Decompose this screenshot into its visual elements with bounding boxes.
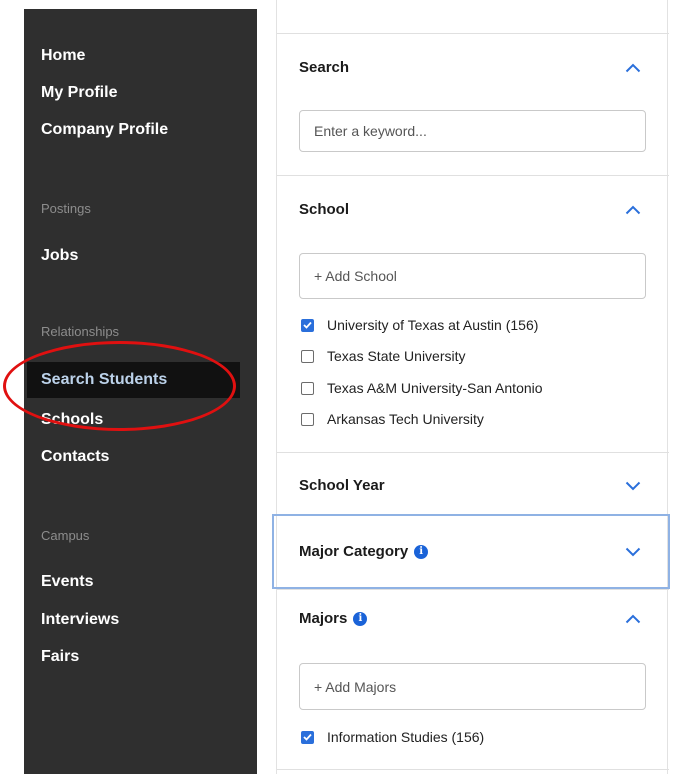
sidebar-item-jobs[interactable]: Jobs <box>41 246 78 266</box>
sidebar-item-my-profile[interactable]: My Profile <box>41 83 117 103</box>
add-school-input[interactable] <box>299 253 646 299</box>
checkbox-checked[interactable] <box>301 318 314 332</box>
search-keyword-input[interactable] <box>299 110 646 152</box>
checkbox[interactable] <box>301 349 314 363</box>
checkbox-checked[interactable] <box>301 730 314 744</box>
sidebar-item-events[interactable]: Events <box>41 572 93 592</box>
sidebar-section-postings: Postings <box>41 201 91 216</box>
majors-title-text: Majors <box>299 610 348 627</box>
school-option[interactable]: Arkansas Tech University <box>301 410 484 428</box>
school-option-label: Arkansas Tech University <box>327 411 484 427</box>
checkbox[interactable] <box>301 381 314 395</box>
sidebar-section-campus: Campus <box>41 528 90 543</box>
info-icon[interactable]: i <box>414 545 429 559</box>
info-icon[interactable]: i <box>353 612 368 626</box>
majors-section-title: Majors i <box>299 610 368 628</box>
divider <box>277 769 669 770</box>
school-section-title: School <box>299 201 350 218</box>
sidebar-item-contacts[interactable]: Contacts <box>41 447 109 467</box>
checkbox[interactable] <box>301 412 314 426</box>
school-year-section-title: School Year <box>299 477 385 494</box>
major-category-title-text: Major Category <box>299 543 409 560</box>
school-option-label: Texas A&M University-San Antonio <box>327 380 543 396</box>
sidebar-nav: Home My Profile Company Profile Postings… <box>24 9 257 774</box>
school-option-label: Texas State University <box>327 348 466 364</box>
major-category-section-title: Major Category i <box>299 543 429 561</box>
sidebar-item-home[interactable]: Home <box>41 46 85 66</box>
sidebar-section-relationships: Relationships <box>41 324 120 339</box>
major-option[interactable]: Information Studies (156) <box>301 728 484 746</box>
chevron-up-icon[interactable] <box>621 610 645 628</box>
chevron-down-icon[interactable] <box>621 477 645 495</box>
filter-panel: Search School University of Texas at Aus… <box>272 0 670 774</box>
divider <box>277 452 669 453</box>
sidebar-item-company-profile[interactable]: Company Profile <box>41 120 168 140</box>
divider <box>277 175 669 176</box>
chevron-up-icon[interactable] <box>621 59 645 77</box>
add-majors-input[interactable] <box>299 663 646 710</box>
sidebar-item-schools[interactable]: Schools <box>41 410 103 430</box>
school-option[interactable]: Texas A&M University-San Antonio <box>301 379 543 397</box>
sidebar-item-fairs[interactable]: Fairs <box>41 647 79 667</box>
search-section-title: Search <box>299 59 350 76</box>
chevron-up-icon[interactable] <box>621 201 645 219</box>
major-option-label: Information Studies (156) <box>327 729 485 745</box>
chevron-down-icon[interactable] <box>621 543 645 561</box>
divider <box>277 589 669 590</box>
school-option[interactable]: Texas State University <box>301 347 466 365</box>
sidebar-item-interviews[interactable]: Interviews <box>41 610 119 630</box>
school-option[interactable]: University of Texas at Austin (156) <box>301 316 538 334</box>
sidebar-item-search-students[interactable]: Search Students <box>27 362 240 398</box>
school-option-label: University of Texas at Austin (156) <box>327 317 539 333</box>
divider <box>277 33 669 34</box>
